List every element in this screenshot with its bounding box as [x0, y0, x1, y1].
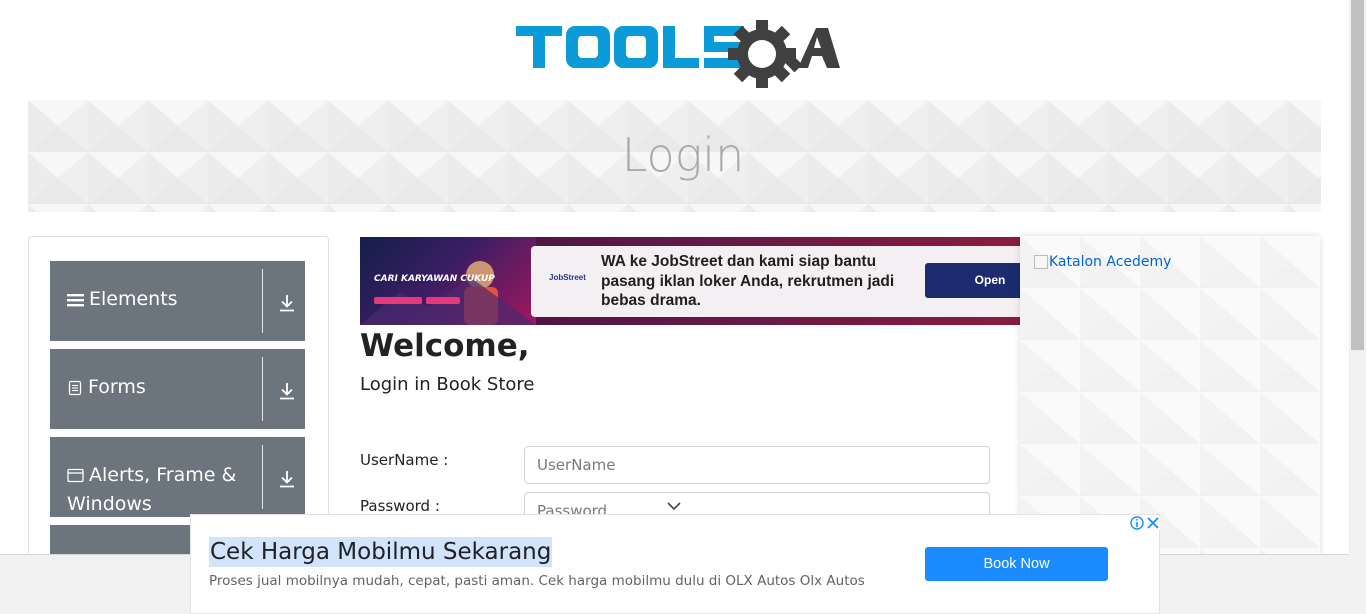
download-arrow-icon[interactable] — [279, 294, 295, 312]
menu-icon — [67, 293, 84, 306]
group-divider — [262, 357, 263, 421]
toolsqa-logo[interactable] — [516, 16, 840, 90]
ad-card: JobStreet WA ke JobStreet dan kami siap … — [531, 246, 1020, 317]
group-label: Forms — [67, 373, 146, 402]
ad-message: WA ke JobStreet dan kami siap bantu pasa… — [601, 253, 895, 309]
group-divider — [262, 445, 263, 509]
ad-choices-controls[interactable] — [1129, 515, 1161, 531]
password-label: Password : — [360, 497, 440, 515]
jobstreet-logo: JobStreet — [549, 273, 586, 282]
page-title: Login — [621, 128, 745, 182]
gear-icon — [728, 20, 803, 88]
olx-autos-ad[interactable]: Cek Harga Mobilmu Sekarang Proses jual m… — [190, 514, 1160, 614]
menu-group-elements[interactable]: Elements — [50, 261, 305, 341]
ad-headline[interactable]: Cek Harga Mobilmu Sekarang — [209, 537, 553, 567]
logo-letter-a — [798, 28, 840, 68]
ad-description: Proses jual mobilnya mudah, cepat, pasti… — [209, 573, 865, 589]
ad-open-button[interactable]: Open — [925, 263, 1020, 298]
group-label: Alerts, Frame & — [67, 461, 236, 490]
username-label: UserName : — [360, 451, 449, 469]
chevron-down-icon[interactable] — [667, 501, 681, 511]
scrollbar[interactable] — [1349, 0, 1366, 614]
ad-poster-headline: CARI KARYAWAN CUKUP — [374, 274, 495, 284]
broken-image-icon — [1034, 255, 1048, 269]
ad-poster-image: CARI KARYAWAN CUKUP — [360, 237, 536, 325]
welcome-heading: Welcome, — [360, 328, 530, 364]
broken-image-link[interactable]: Katalon Acedemy — [1034, 254, 1171, 270]
scrollbar-thumb[interactable] — [1351, 0, 1364, 350]
download-arrow-icon[interactable] — [279, 470, 295, 488]
login-subtitle: Login in Book Store — [360, 374, 535, 395]
close-icon — [1146, 516, 1160, 530]
jobstreet-ad[interactable]: CARI KARYAWAN CUKUP JobStreet WA ke JobS… — [360, 237, 1020, 325]
username-input[interactable] — [524, 446, 990, 484]
group-label: Elements — [67, 285, 178, 314]
document-icon — [68, 380, 82, 395]
menu-group-alerts-frame-windows[interactable]: Alerts, Frame & Windows — [50, 437, 305, 517]
window-icon — [67, 468, 84, 483]
group-label-line2: Windows — [67, 493, 152, 515]
download-arrow-icon[interactable] — [279, 382, 295, 400]
ad-poster-art: CARI KARYAWAN CUKUP — [360, 261, 536, 325]
info-icon — [1130, 516, 1144, 530]
book-now-button[interactable]: Book Now — [925, 547, 1108, 581]
group-divider — [262, 269, 263, 333]
menu-group-forms[interactable]: Forms — [50, 349, 305, 429]
